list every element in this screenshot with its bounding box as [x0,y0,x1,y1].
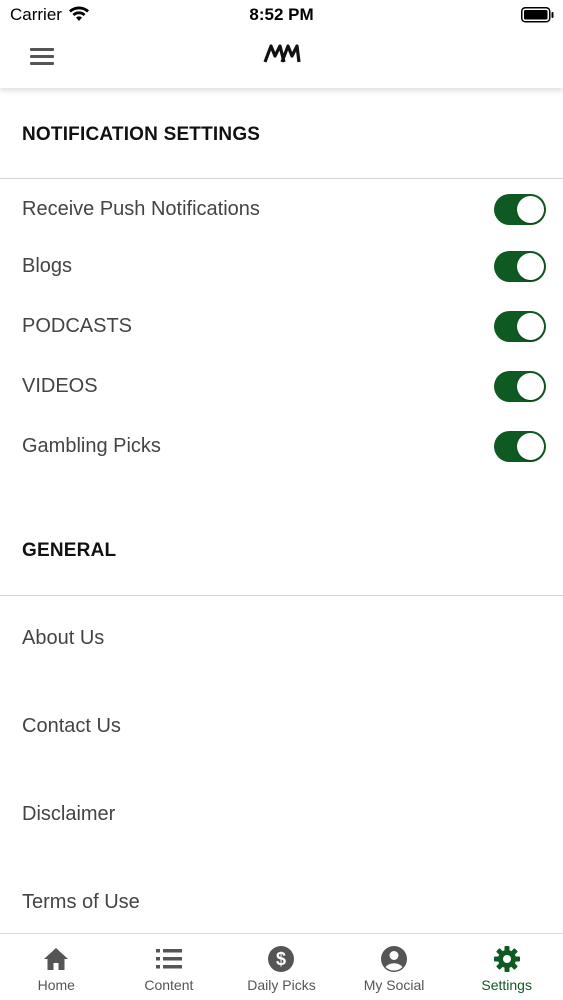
divider [0,178,563,179]
home-icon [44,948,69,970]
about-us-link[interactable]: About Us [0,611,563,667]
toggle-row-gambling-picks: Gambling Picks [0,423,563,469]
divider [0,595,563,596]
toggle-row-videos: VIDEOS [0,363,563,409]
link-label: Contact Us [22,715,121,737]
link-label: About Us [22,627,105,649]
podcasts-toggle[interactable] [494,311,546,342]
terms-of-use-link[interactable]: Terms of Use [0,875,563,931]
tab-bar: Home Content $ Daily Picks My Social Set… [0,933,563,1000]
svg-text:$: $ [276,949,286,969]
tab-label: Daily Picks [247,977,316,993]
tab-home[interactable]: Home [0,934,113,1000]
notification-settings-title: NOTIFICATION SETTINGS [22,124,261,145]
tab-content[interactable]: Content [113,934,226,1000]
push-notifications-toggle[interactable] [494,194,546,225]
tab-label: Content [144,977,194,993]
dollar-icon: $ [268,946,295,972]
toggle-label: Gambling Picks [22,435,161,457]
tab-label: Settings [481,977,532,993]
person-icon [381,946,408,972]
contact-us-link[interactable]: Contact Us [0,699,563,755]
hamburger-menu-icon[interactable] [26,44,58,72]
toggle-label: VIDEOS [22,375,98,397]
brand-logo[interactable] [263,42,301,68]
tab-settings[interactable]: Settings [450,934,563,1000]
toggle-label: PODCASTS [22,315,133,337]
blogs-toggle[interactable] [494,251,546,282]
tab-label: My Social [363,977,425,993]
link-label: Terms of Use [22,891,140,913]
gear-icon [493,946,520,972]
toggle-row-blogs: Blogs [0,243,563,289]
clock: 8:52 PM [249,5,314,24]
general-title: GENERAL [22,540,117,561]
app-header [0,30,563,88]
status-bar: Carrier 8:52 PM [0,0,563,30]
gambling-picks-toggle[interactable] [494,431,546,462]
tab-label: Home [37,977,75,993]
list-icon [155,949,182,969]
disclaimer-link[interactable]: Disclaimer [0,787,563,843]
toggle-row-podcasts: PODCASTS [0,303,563,349]
tab-daily-picks[interactable]: $ Daily Picks [225,934,338,1000]
toggle-row-push-notifications: Receive Push Notifications [0,186,563,232]
videos-toggle[interactable] [494,371,546,402]
tab-my-social[interactable]: My Social [338,934,451,1000]
toggle-label: Blogs [22,255,73,277]
link-label: Disclaimer [22,803,116,825]
toggle-label: Receive Push Notifications [22,198,260,220]
battery-icon [521,7,554,23]
